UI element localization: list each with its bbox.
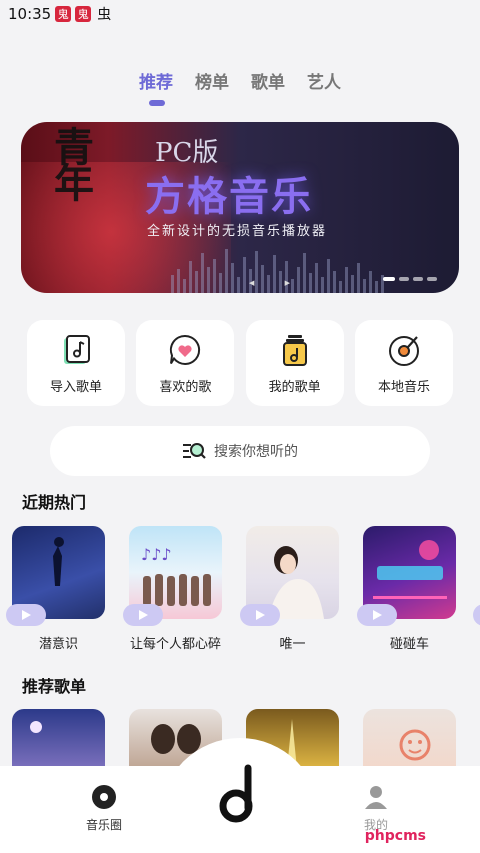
banner-subtitle: 全新设计的无损音乐播放器 bbox=[147, 224, 328, 239]
tab-artists[interactable]: 艺人 bbox=[307, 68, 341, 93]
tab-recommend[interactable]: 推荐 bbox=[139, 68, 173, 93]
my-playlist-button[interactable]: 我的歌单 bbox=[245, 320, 344, 406]
quick-action-label: 我的歌单 bbox=[268, 379, 321, 395]
status-bar: 10:35 鬼 鬼 虫 bbox=[0, 0, 480, 28]
pagination-dot[interactable] bbox=[427, 277, 437, 281]
top-tabs: 推荐 榜单 歌单 艺人 bbox=[0, 68, 480, 93]
next-card-peek[interactable] bbox=[473, 604, 480, 626]
local-music-button[interactable]: 本地音乐 bbox=[354, 320, 453, 406]
song-title: 唯一 bbox=[279, 637, 306, 652]
hot-song-card[interactable]: 潜意识 bbox=[6, 526, 105, 652]
play-button[interactable] bbox=[6, 604, 46, 626]
nav-music-circle[interactable]: 音乐圈 bbox=[64, 784, 144, 833]
song-title: 潜意识 bbox=[38, 637, 78, 652]
hot-song-card[interactable]: ♪♪♪ 让每个人都心碎 bbox=[123, 526, 222, 652]
tab-playlists[interactable]: 歌单 bbox=[251, 68, 285, 93]
quick-action-label: 导入歌单 bbox=[49, 379, 102, 395]
tab-charts[interactable]: 榜单 bbox=[195, 68, 229, 93]
svg-text:♪♪♪: ♪♪♪ bbox=[141, 545, 172, 564]
import-playlist-button[interactable]: 导入歌单 bbox=[27, 320, 125, 406]
section-title-recommended: 推荐歌单 bbox=[22, 677, 87, 696]
nav-label: 音乐圈 bbox=[85, 818, 122, 832]
import-playlist-icon bbox=[64, 334, 90, 364]
hot-song-card[interactable]: 碰碰车 bbox=[357, 526, 456, 652]
music-note-logo-icon bbox=[219, 764, 253, 823]
watermark: phpcms bbox=[364, 828, 426, 844]
play-icon bbox=[256, 610, 265, 620]
hot-song-card[interactable]: 唯一 bbox=[240, 526, 339, 652]
pagination-dot[interactable] bbox=[413, 277, 423, 281]
play-button[interactable] bbox=[123, 604, 163, 626]
search-placeholder: 搜索你想听的 bbox=[214, 444, 298, 460]
pagination-dot[interactable] bbox=[383, 277, 395, 281]
my-playlist-icon bbox=[282, 334, 307, 366]
user-icon bbox=[365, 786, 387, 809]
search-input[interactable]: 搜索你想听的 bbox=[50, 426, 430, 476]
quick-action-label: 本地音乐 bbox=[377, 379, 430, 395]
song-title: 碰碰车 bbox=[389, 637, 429, 652]
play-button[interactable] bbox=[357, 604, 397, 626]
play-icon bbox=[139, 610, 148, 620]
search-icon bbox=[183, 443, 206, 459]
quick-actions: 导入歌单 喜欢的歌 我的歌单 本地音乐 bbox=[27, 320, 453, 406]
bug-icon: 虫 bbox=[97, 7, 112, 23]
nav-mine[interactable]: 我的 bbox=[336, 784, 416, 833]
section-title-hot: 近期热门 bbox=[22, 493, 87, 512]
vinyl-disc-icon bbox=[388, 335, 419, 366]
status-time: 10:35 bbox=[8, 5, 52, 23]
pagination-dot[interactable] bbox=[399, 277, 409, 281]
notification-badge-icon: 鬼 bbox=[55, 6, 72, 22]
banner-player-controls: ◀ ▶ bbox=[249, 279, 304, 287]
play-button[interactable] bbox=[240, 604, 280, 626]
center-player-button[interactable] bbox=[210, 762, 270, 826]
play-icon bbox=[373, 610, 382, 620]
quick-action-label: 喜欢的歌 bbox=[159, 379, 212, 395]
play-icon bbox=[22, 610, 31, 620]
song-title: 让每个人都心碎 bbox=[129, 637, 221, 652]
promo-banner[interactable]: 青年 PC版 方格音乐 全新设计的无损音乐播放器 ◀ ▶ bbox=[21, 122, 459, 293]
banner-pagination bbox=[383, 277, 437, 281]
hot-songs-list: 潜意识 ♪♪♪ 让每个人都心碎 唯一 碰碰车 bbox=[6, 526, 456, 652]
notification-badge-icon: 鬼 bbox=[75, 6, 92, 22]
record-icon bbox=[92, 785, 116, 809]
banner-calligraphy: 青年 bbox=[47, 126, 94, 198]
heart-chat-icon bbox=[170, 334, 201, 365]
liked-songs-button[interactable]: 喜欢的歌 bbox=[136, 320, 235, 406]
banner-title: 方格音乐 bbox=[145, 174, 313, 220]
tab-indicator bbox=[149, 100, 165, 106]
